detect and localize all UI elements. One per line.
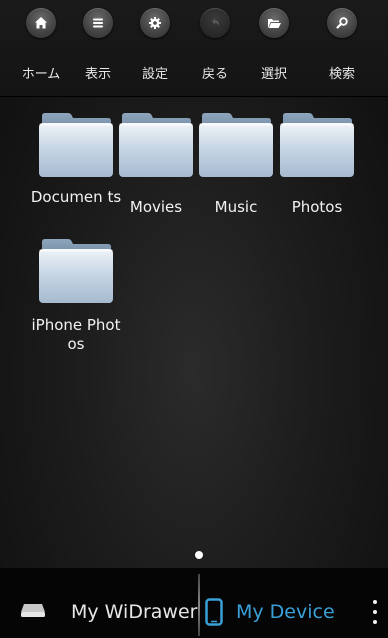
folder-music-label: Music	[214, 198, 258, 216]
page-indicator-dot	[195, 551, 203, 559]
tab-my-device[interactable]: My Device	[201, 568, 351, 638]
folder-icon	[199, 113, 273, 177]
toolbar-select-button[interactable]: 選択	[242, 0, 306, 96]
gear-icon	[140, 8, 170, 38]
more-options-icon[interactable]	[365, 596, 385, 630]
folder-photos-label: Photos	[291, 198, 343, 216]
search-icon	[327, 8, 357, 38]
folder-iphone-photos-label: iPhone Photos	[31, 316, 121, 353]
folder-icon	[119, 113, 193, 177]
smartphone-icon	[205, 598, 223, 626]
hard-drive-icon	[21, 604, 45, 617]
toolbar-home-label: ホーム	[21, 67, 61, 82]
toolbar-home-button[interactable]: ホーム	[9, 0, 73, 96]
toolbar-view-label: 表示	[84, 67, 111, 82]
toolbar-back-label: 戻る	[201, 67, 228, 82]
toolbar-settings-label: 設定	[141, 67, 168, 82]
folder-icon	[39, 113, 113, 177]
undo-icon	[200, 8, 230, 38]
list-view-icon	[83, 8, 113, 38]
home-icon	[26, 8, 56, 38]
toolbar-settings-button[interactable]: 設定	[123, 0, 187, 96]
tab-divider	[198, 574, 200, 636]
bottom-tab-bar: My WiDrawer My Device	[0, 568, 388, 638]
toolbar-search-label: 検索	[328, 67, 355, 82]
folder-icon	[280, 113, 354, 177]
file-browser-screen: ホーム 表示 設定 戻る 選択 検索 Documen ts Movies Mus…	[0, 0, 388, 638]
top-toolbar: ホーム 表示 設定 戻る 選択 検索	[0, 0, 388, 97]
toolbar-select-label: 選択	[260, 67, 287, 82]
toolbar-view-button[interactable]: 表示	[66, 0, 130, 96]
folder-icon	[39, 239, 113, 303]
toolbar-back-button[interactable]: 戻る	[183, 0, 247, 96]
folder-open-icon	[259, 8, 289, 38]
folder-documents-label: Documen ts	[30, 188, 122, 206]
tab-my-widrawer[interactable]: My WiDrawer	[0, 568, 198, 638]
folder-movies-label: Movies	[129, 198, 183, 216]
tab-my-widrawer-label: My WiDrawer	[71, 601, 198, 623]
tab-my-device-label: My Device	[236, 601, 335, 623]
toolbar-search-button[interactable]: 検索	[310, 0, 374, 96]
